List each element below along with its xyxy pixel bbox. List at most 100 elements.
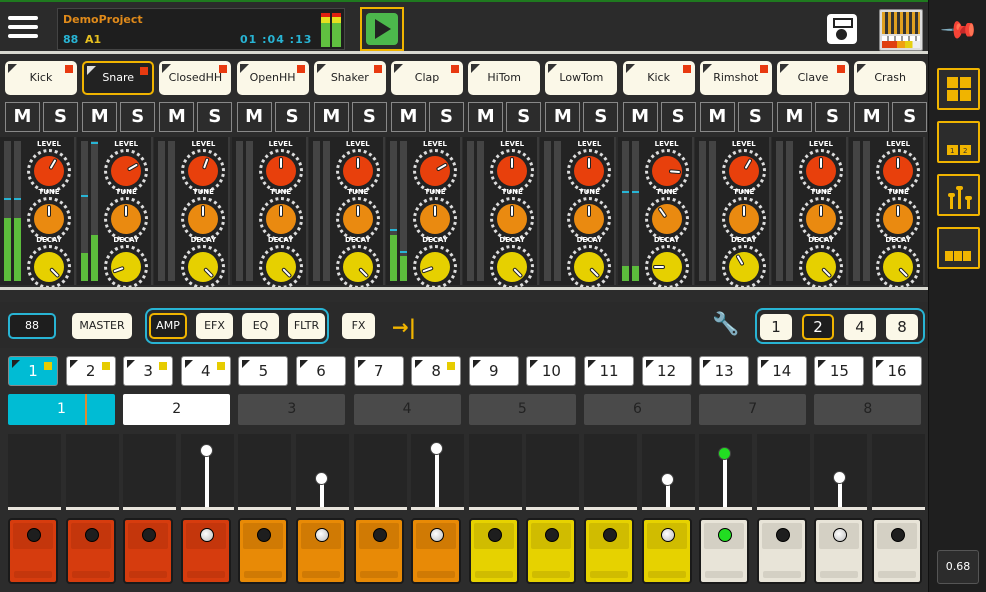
drum-machine-thumbnail-icon[interactable]	[879, 9, 923, 51]
tab-fltr[interactable]: FLTR	[288, 313, 325, 339]
instrument-pad[interactable]: Kick	[5, 61, 77, 95]
decay-knob[interactable]	[883, 252, 914, 282]
arrow-to-end-icon[interactable]: →|	[392, 315, 416, 339]
solo-button[interactable]: S	[892, 102, 928, 132]
velocity-cell[interactable]	[8, 434, 61, 510]
trigger-button[interactable]	[584, 518, 634, 584]
velocity-handle[interactable]	[199, 444, 213, 458]
level-knob[interactable]	[111, 156, 142, 186]
step-button[interactable]: 8	[411, 356, 462, 386]
instrument-pad[interactable]: Clap	[391, 61, 463, 95]
tab-eq[interactable]: EQ	[242, 313, 279, 339]
velocity-handle[interactable]	[315, 472, 328, 486]
trigger-button[interactable]	[238, 518, 289, 584]
step-button[interactable]: 16	[872, 356, 922, 386]
step-button[interactable]: 3	[123, 356, 174, 386]
hamburger-menu-icon[interactable]	[8, 16, 38, 40]
decay-knob[interactable]	[497, 252, 528, 282]
step-button[interactable]: 6	[296, 356, 346, 386]
level-knob[interactable]	[265, 156, 296, 186]
instrument-pad[interactable]: Crash	[854, 61, 927, 95]
velocity-cell[interactable]	[468, 434, 522, 510]
floppy-save-icon[interactable]	[827, 14, 857, 44]
step-button[interactable]: 15	[814, 356, 865, 386]
velocity-cell[interactable]	[756, 434, 810, 510]
tune-knob[interactable]	[651, 204, 682, 234]
step-button[interactable]: 2	[65, 356, 116, 386]
level-knob[interactable]	[651, 156, 682, 186]
page-button[interactable]: 2	[123, 394, 231, 425]
velocity-cell[interactable]	[411, 434, 465, 510]
solo-button[interactable]: S	[197, 102, 233, 132]
step-button[interactable]: 1	[8, 356, 58, 386]
page-button[interactable]: 4	[353, 394, 461, 425]
velocity-cell[interactable]	[814, 434, 868, 510]
tab-amp[interactable]: AMP	[149, 313, 187, 339]
tab-efx[interactable]: EFX	[196, 313, 233, 339]
decay-knob[interactable]	[34, 252, 64, 282]
trigger-button[interactable]	[699, 518, 750, 584]
bpm-button[interactable]: 88	[8, 313, 56, 339]
trigger-button[interactable]	[468, 518, 519, 584]
tune-knob[interactable]	[806, 204, 836, 234]
mute-button[interactable]: M	[5, 102, 40, 132]
decay-knob[interactable]	[728, 252, 759, 282]
velocity-handle[interactable]	[430, 442, 444, 456]
mute-button[interactable]: M	[699, 102, 735, 132]
tune-knob[interactable]	[34, 204, 64, 234]
trigger-button[interactable]	[872, 518, 922, 584]
tune-knob[interactable]	[497, 204, 528, 234]
velocity-cell[interactable]	[641, 434, 695, 510]
pattern-view-button[interactable]: 12	[937, 121, 980, 163]
velocity-cell[interactable]	[872, 434, 925, 510]
step-button[interactable]: 11	[584, 356, 634, 386]
decay-knob[interactable]	[651, 252, 682, 282]
instrument-pad[interactable]: Shaker	[313, 61, 386, 95]
page-button[interactable]: 1	[8, 394, 115, 425]
instrument-pad[interactable]: Rimshot	[699, 61, 772, 95]
level-knob[interactable]	[342, 156, 373, 186]
velocity-cell[interactable]	[238, 434, 292, 510]
pin-icon[interactable]: 📌	[939, 10, 980, 51]
level-knob[interactable]	[497, 156, 528, 186]
instrument-pad[interactable]: ClosedHH	[159, 61, 232, 95]
mute-button[interactable]: M	[391, 102, 426, 132]
master-button[interactable]: MASTER	[72, 313, 132, 339]
solo-button[interactable]: S	[737, 102, 773, 132]
mute-button[interactable]: M	[313, 102, 349, 132]
solo-button[interactable]: S	[815, 102, 850, 132]
velocity-handle[interactable]	[718, 447, 732, 461]
solo-button[interactable]: S	[506, 102, 542, 132]
solo-button[interactable]: S	[274, 102, 310, 132]
zoom-option-4[interactable]: 4	[844, 314, 876, 340]
tune-knob[interactable]	[883, 204, 914, 234]
mute-button[interactable]: M	[622, 102, 658, 132]
decay-knob[interactable]	[420, 252, 450, 282]
trigger-button[interactable]	[123, 518, 174, 584]
mute-button[interactable]: M	[82, 102, 118, 132]
tune-knob[interactable]	[265, 204, 296, 234]
decay-knob[interactable]	[111, 252, 142, 282]
page-button[interactable]: 3	[238, 394, 346, 425]
trigger-button[interactable]	[641, 518, 692, 584]
mute-button[interactable]: M	[468, 102, 504, 132]
trigger-button[interactable]	[8, 518, 58, 584]
velocity-cell[interactable]	[699, 434, 753, 510]
steps-view-button[interactable]	[937, 227, 980, 269]
trigger-button[interactable]	[526, 518, 577, 584]
velocity-cell[interactable]	[526, 434, 580, 510]
page-button[interactable]: 6	[584, 394, 691, 425]
step-button[interactable]: 5	[238, 356, 289, 386]
level-knob[interactable]	[728, 156, 759, 186]
step-button[interactable]: 12	[641, 356, 692, 386]
page-button[interactable]: 5	[468, 394, 576, 425]
decay-knob[interactable]	[806, 252, 836, 282]
level-knob[interactable]	[34, 156, 64, 186]
tune-knob[interactable]	[342, 204, 373, 234]
tune-knob[interactable]	[111, 204, 142, 234]
instrument-pad[interactable]: Clave	[777, 61, 849, 95]
trigger-button[interactable]	[814, 518, 865, 584]
velocity-cell[interactable]	[180, 434, 234, 510]
mute-button[interactable]: M	[777, 102, 812, 132]
solo-button[interactable]: S	[120, 102, 156, 132]
